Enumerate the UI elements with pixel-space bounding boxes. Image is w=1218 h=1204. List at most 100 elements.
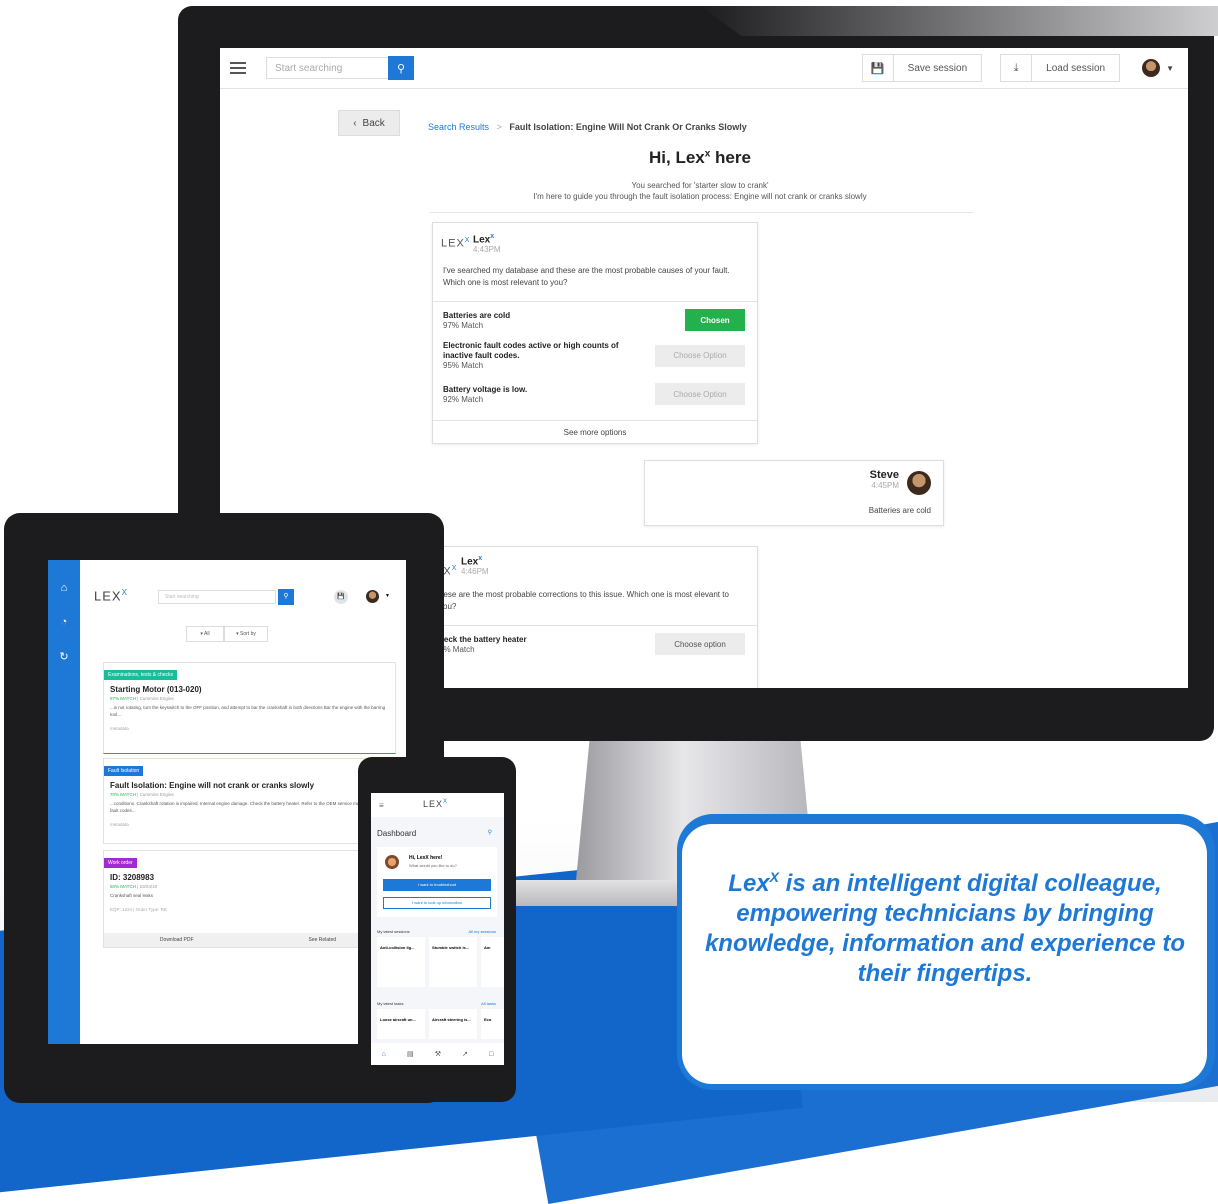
bot-name: Lexx: [473, 233, 495, 246]
back-label: Back: [362, 117, 385, 129]
all-sessions-link[interactable]: All my sessions: [468, 929, 496, 934]
save-session-label: Save session: [907, 62, 968, 74]
subtitle-line-1: You searched for 'starter slow to crank': [631, 181, 769, 190]
page-subtitle: You searched for 'starter slow to crank'…: [430, 180, 970, 202]
session-card[interactable]: Am: [481, 937, 504, 987]
download-pdf-button[interactable]: Download PDF: [104, 933, 250, 947]
save-session-button[interactable]: 💾 Save session: [861, 54, 983, 82]
option-match: 95% Match: [443, 361, 484, 370]
result-title: Starting Motor (013-020): [110, 685, 202, 694]
result-match: 50% MATCH | 23/04/10: [110, 884, 158, 889]
search-icon[interactable]: ⚲: [388, 56, 414, 80]
option-match: 97% Match: [443, 320, 484, 330]
search-icon[interactable]: ⚲: [278, 589, 294, 605]
load-session-button[interactable]: ⤓ Load session: [1000, 54, 1121, 82]
tablet-screen: ⌂ ◔ ↻ LEXX Start searching ⚲ 💾 ▼ ▾ All ▾…: [48, 560, 406, 1044]
avatar[interactable]: [366, 590, 379, 603]
result-title: ID: 3208983: [110, 873, 155, 882]
menu-icon[interactable]: [230, 62, 246, 74]
chosen-button[interactable]: Chosen: [685, 309, 745, 331]
all-tasks-link[interactable]: All tasks: [481, 1001, 496, 1006]
option-match: 92% Match: [443, 394, 484, 404]
chart-icon[interactable]: ↗: [462, 1050, 468, 1058]
sessions-heading: My latest sessions: [377, 929, 410, 934]
task-card[interactable]: Aircraft steering is...: [429, 1009, 477, 1039]
home-icon[interactable]: ⌂: [48, 582, 80, 594]
result-metadata: EQP: 1224 | Order Type: RE: [110, 907, 167, 912]
result-tag: Examinations, tests & checks: [104, 670, 178, 680]
greeting-tail: here: [710, 148, 751, 167]
bot-message-card: EXX Lexx 4:46PM hese are the most probab…: [432, 546, 758, 688]
see-more-options-button[interactable]: See more options: [433, 420, 757, 443]
option-title: Batteries are cold: [443, 310, 511, 320]
user-name: Steve: [869, 469, 899, 481]
result-tag: Fault Isolation: [104, 766, 144, 776]
download-icon: ⤓: [1001, 55, 1033, 81]
lex-avatar: [385, 855, 399, 869]
document-icon[interactable]: □: [489, 1051, 493, 1058]
greeting-text: Hi, Lex: [649, 148, 705, 167]
option-title: heck the battery heater: [439, 634, 527, 644]
filter-all-dropdown[interactable]: ▾ All: [186, 626, 224, 642]
result-card[interactable]: Fault Isolation Fault Isolation: Engine …: [103, 758, 396, 844]
task-card[interactable]: Loose aircraft un...: [377, 1009, 425, 1039]
chevron-down-icon[interactable]: ▼: [385, 593, 390, 599]
bottom-nav: ⌂ ▤ ⚒ ↗ □: [371, 1043, 504, 1065]
bot-timestamp: 4:43PM: [473, 245, 501, 255]
session-card[interactable]: Stumble switch is...: [429, 937, 477, 987]
callout-text: LexX is an intelligent digital colleague…: [704, 869, 1186, 987]
chevron-down-icon[interactable]: ▼: [1166, 64, 1174, 73]
user-message-text: Batteries are cold: [868, 506, 931, 515]
chevron-left-icon: ‹: [353, 117, 357, 129]
bot-header: Lexx 4:43PM: [473, 233, 501, 254]
result-metadata: metadata: [110, 726, 129, 731]
menu-icon[interactable]: ≡: [379, 801, 384, 810]
user-timestamp: 4:45PM: [871, 481, 899, 490]
tools-icon[interactable]: ⚒: [435, 1050, 441, 1058]
choose-option-button[interactable]: Choose Option: [655, 383, 745, 405]
bot-timestamp: 4:46PM: [461, 567, 489, 577]
refresh-icon[interactable]: ↻: [48, 650, 80, 663]
avatar[interactable]: [1142, 59, 1161, 77]
result-snippet: ...is not rotating, turn the keyswitch t…: [110, 705, 386, 717]
bot-message-text: hese are the most probable corrections t…: [439, 590, 729, 611]
divider: [433, 301, 757, 302]
task-card[interactable]: Eco: [481, 1009, 504, 1039]
option-row: heck the battery heater 7% Match Choose o…: [439, 633, 745, 655]
search-icon[interactable]: ⚲: [488, 829, 492, 836]
back-button[interactable]: ‹ Back: [338, 110, 400, 136]
greeting-text: Hi, LexX here!: [409, 855, 443, 861]
breadcrumb-search-results[interactable]: Search Results: [428, 122, 489, 132]
monitor-gloss: [700, 6, 1218, 36]
result-actions: Download PDF See Related: [104, 933, 395, 947]
search-input[interactable]: Start searching: [266, 57, 388, 79]
subtitle-line-2: I'm here to guide you through the fault …: [533, 192, 867, 201]
bot-name: Lexx: [461, 555, 483, 568]
tablet-sidebar: ⌂ ◔ ↻: [48, 560, 80, 1044]
result-title: Fault Isolation: Engine will not crank o…: [110, 781, 315, 790]
page-title: Hi, Lexx here: [430, 148, 970, 168]
clock-icon[interactable]: ◔: [48, 616, 80, 628]
session-card[interactable]: Anti-collision lig...: [377, 937, 425, 987]
save-icon[interactable]: 💾: [334, 590, 348, 604]
choose-option-button[interactable]: Choose option: [655, 633, 745, 655]
bot-message-card: LEXX Lexx 4:43PM I've searched my databa…: [432, 222, 758, 444]
lex-logo: LEXX: [441, 237, 471, 250]
home-icon[interactable]: ⌂: [382, 1051, 386, 1058]
result-card[interactable]: Work order ID: 3208983 50% MATCH | 23/04…: [103, 850, 396, 948]
result-tag: Work order: [104, 858, 137, 868]
bot-message-text: I've searched my database and these are …: [443, 266, 730, 287]
choose-option-button[interactable]: Choose Option: [655, 344, 745, 367]
result-snippet: ...conditions. Crankshaft rotation is im…: [110, 801, 388, 813]
phone-header: ≡ LEXX: [371, 793, 504, 817]
look-up-button[interactable]: I want to look up information: [383, 897, 491, 909]
troubleshoot-button[interactable]: I want to troubleshoot: [383, 879, 491, 891]
search-input[interactable]: Start searching: [158, 590, 276, 604]
sort-by-dropdown[interactable]: ▾ Sort by: [224, 626, 268, 642]
result-match: 97% MATCH | Cummins Engine: [110, 696, 174, 701]
greeting-question: What would you like to do?: [409, 863, 457, 868]
result-card[interactable]: Examinations, tests & checks Starting Mo…: [103, 662, 396, 754]
book-icon[interactable]: ▤: [407, 1050, 414, 1058]
load-session-label: Load session: [1046, 62, 1106, 74]
divider: [433, 625, 757, 626]
